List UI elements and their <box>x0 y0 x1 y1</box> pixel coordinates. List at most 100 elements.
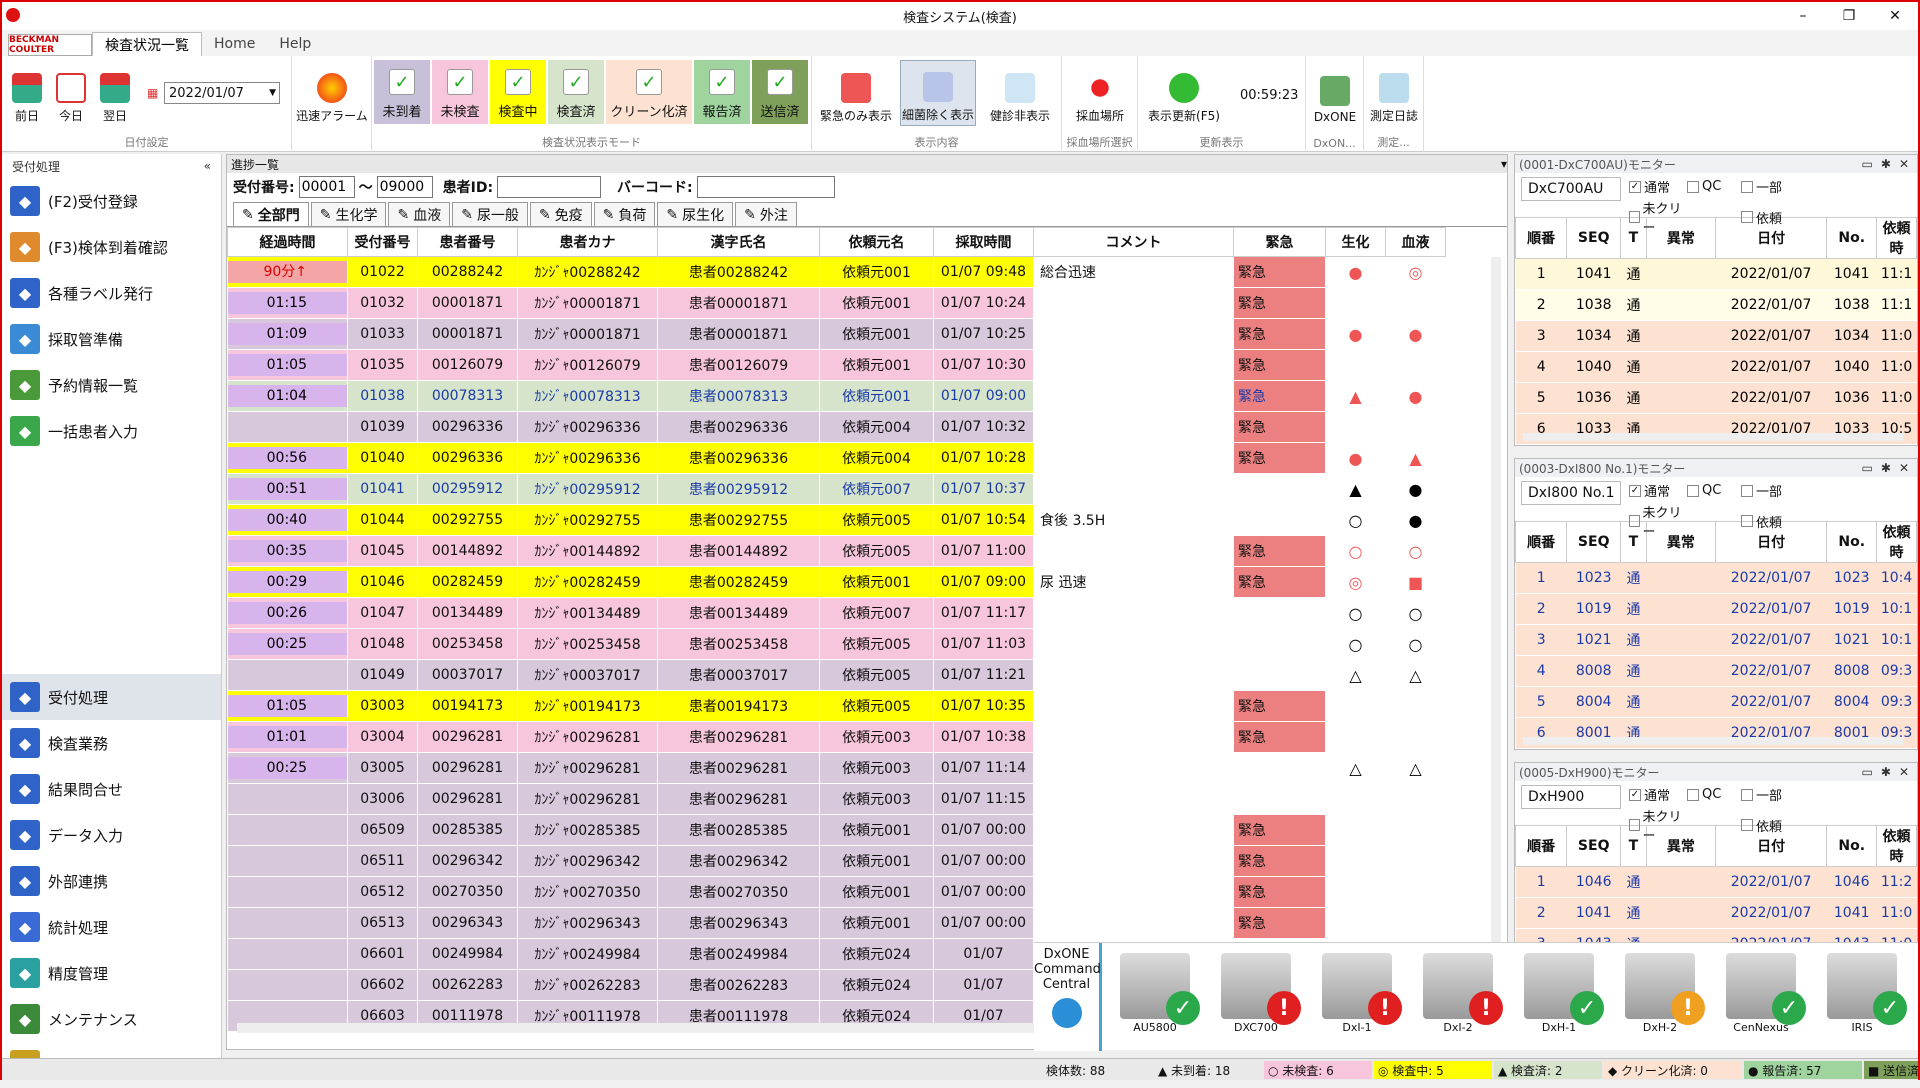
mode-button-not-tested[interactable]: ✓ 未検査 <box>432 60 488 124</box>
monitor-filter-checkbox[interactable]: ✓ 通常 <box>1629 785 1687 804</box>
monitor-column-header[interactable]: No. <box>1826 217 1878 259</box>
column-header[interactable]: 血液 <box>1385 227 1446 257</box>
table-row[interactable]: 01:15 01032 00001871 ｶﾝｼﾞｬ00001871 患者0000187… <box>227 287 1446 319</box>
nav-item[interactable]: ◆ (F3)検体到着確認 <box>2 224 221 270</box>
monitor-row[interactable]: 2 1041 通 2022/01/07 1041 11:0 <box>1515 897 1917 929</box>
log-button[interactable]: 測定日誌 <box>1366 60 1422 126</box>
instrument-tile[interactable]: ✓ DxH-1 <box>1510 947 1608 1047</box>
mode-button-testing[interactable]: ✓ 検査中 <box>490 60 546 124</box>
pin-icon[interactable]: ▾ <box>1501 157 1507 171</box>
nav-item[interactable]: ◆ 各種ラベル発行 <box>2 270 221 316</box>
recv-to-input[interactable] <box>376 176 433 198</box>
alarm-button[interactable]: 迅速アラーム <box>296 60 368 126</box>
mode-button-sent[interactable]: ✓ 送信済 <box>752 60 808 124</box>
monitor-scrollbar[interactable] <box>1523 737 1903 745</box>
monitor-scrollbar[interactable] <box>1523 433 1903 441</box>
urgent-only-button[interactable]: 緊急のみ表示 <box>818 60 894 126</box>
monitor-row[interactable]: 5 1036 通 2022/01/07 1036 11:0 <box>1515 382 1917 414</box>
dept-tab[interactable]: ✎ 外注 <box>735 202 797 226</box>
column-header[interactable]: 緊急 <box>1233 227 1326 257</box>
column-header[interactable]: 患者番号 <box>417 227 518 257</box>
nav-item[interactable]: ◆ (F2)受付登録 <box>2 178 221 224</box>
table-row[interactable]: 00:25 03005 00296281 ｶﾝｼﾞｬ00296281 患者0029628… <box>227 752 1446 784</box>
instrument-tile[interactable]: ! DxI-1 <box>1308 947 1406 1047</box>
monitor-filter-checkbox[interactable]: ✓ 通常 <box>1629 177 1687 196</box>
table-row[interactable]: 00:29 01046 00282459 ｶﾝｼﾞｬ00282459 患者0028245… <box>227 566 1446 598</box>
table-row[interactable]: 01049 00037017 ｶﾝｼﾞｬ00037017 患者00037017 依頼元0… <box>227 659 1446 691</box>
monitor-filter-checkbox[interactable]: 一部 <box>1741 785 1801 804</box>
table-row[interactable]: 00:56 01040 00296336 ｶﾝｼﾞｬ00296336 患者0029633… <box>227 442 1446 474</box>
table-row[interactable]: 01:04 01038 00078313 ｶﾝｼﾞｬ00078313 患者0007831… <box>227 380 1446 412</box>
dxone-button[interactable]: DxONE <box>1308 60 1362 126</box>
table-row[interactable]: 03006 00296281 ｶﾝｼﾞｬ00296281 患者00296281 依頼元0… <box>227 783 1446 815</box>
monitor-row[interactable]: 4 8008 通 2022/01/07 8008 09:3 <box>1515 655 1917 687</box>
table-row[interactable]: 06511 00296342 ｶﾝｼﾞｬ00296342 患者00296342 依頼元0… <box>227 845 1446 877</box>
dept-tab[interactable]: ✎ 尿生化 <box>657 202 734 226</box>
today-button[interactable]: 今日 <box>54 60 88 126</box>
monitor-column-header[interactable]: No. <box>1826 521 1878 563</box>
monitor-row[interactable]: 1 1023 通 2022/01/07 1023 10:4 <box>1515 562 1917 594</box>
monitor-column-header[interactable]: SEQ <box>1566 825 1622 867</box>
table-row[interactable]: 00:35 01045 00144892 ｶﾝｼﾞｬ00144892 患者0014489… <box>227 535 1446 567</box>
monitor-column-header[interactable]: 依頼時 <box>1876 217 1917 259</box>
dept-tab[interactable]: ✎ 尿一般 <box>452 202 528 226</box>
table-row[interactable]: 01:09 01033 00001871 ｶﾝｼﾞｬ00001871 患者0000187… <box>227 318 1446 350</box>
monitor-filter-checkbox[interactable]: QC <box>1687 785 1741 804</box>
nav-item[interactable]: ◆ 統計処理 <box>2 904 221 950</box>
monitor-window-controls[interactable]: ▭✱✕ <box>1862 461 1917 475</box>
instrument-tile[interactable]: ! DxH-2 <box>1611 947 1709 1047</box>
column-header[interactable]: 受付番号 <box>347 227 418 257</box>
instrument-tile[interactable]: ✓ AU5800 <box>1106 947 1204 1047</box>
nav-item[interactable]: ◆ 検査業務 <box>2 720 221 766</box>
refresh-button[interactable]: 表示更新(F5) <box>1142 60 1226 126</box>
table-row[interactable]: 06509 00285385 ｶﾝｼﾞｬ00285385 患者00285385 依頼元0… <box>227 814 1446 846</box>
minimize-button[interactable]: – <box>1780 2 1826 30</box>
nav-item[interactable]: ◆ 外部連携 <box>2 858 221 904</box>
monitor-filter-checkbox[interactable]: 一部 <box>1741 481 1801 500</box>
mode-button-not-arrived[interactable]: ✓ 未到着 <box>374 60 430 124</box>
mode-button-cleaned[interactable]: ✓ クリーン化済 <box>606 60 692 124</box>
nav-item[interactable]: ◆ 予約情報一覧 <box>2 362 221 408</box>
dept-tab[interactable]: ✎ 全部門 <box>233 202 309 226</box>
table-row[interactable]: 00:51 01041 00295912 ｶﾝｼﾞｬ00295912 患者0029591… <box>227 473 1446 505</box>
table-row[interactable]: 01:01 03004 00296281 ｶﾝｼﾞｬ00296281 患者0029628… <box>227 721 1446 753</box>
monitor-column-header[interactable]: 順番 <box>1514 825 1568 867</box>
dept-tab[interactable]: ✎ 負荷 <box>593 202 656 226</box>
column-header[interactable]: 生化 <box>1325 227 1386 257</box>
monitor-column-header[interactable]: 依頼時 <box>1876 521 1917 563</box>
next-day-button[interactable]: 翌日 <box>98 60 132 126</box>
column-header[interactable]: 採取時間 <box>933 227 1034 257</box>
nav-item[interactable]: ◆ 受付処理 <box>2 674 221 720</box>
column-header[interactable]: 経過時間 <box>227 227 348 257</box>
monitor-row[interactable]: 1 1046 通 2022/01/07 1046 11:2 <box>1515 866 1917 898</box>
monitor-filter-checkbox[interactable]: ✓ 通常 <box>1629 481 1687 500</box>
monitor-column-header[interactable]: 依頼時 <box>1876 825 1917 867</box>
monitor-filter-checkbox[interactable]: QC <box>1687 177 1741 196</box>
column-header[interactable]: 患者カナ <box>517 227 658 257</box>
dxone-command-central[interactable]: DxONE Command Central <box>1034 943 1102 1051</box>
monitor-column-header[interactable]: No. <box>1826 825 1878 867</box>
menu-tab-help[interactable]: Help <box>267 32 323 56</box>
monitor-row[interactable]: 3 1034 通 2022/01/07 1034 11:0 <box>1515 320 1917 352</box>
hide-checkup-button[interactable]: 健診非表示 <box>982 60 1058 126</box>
table-row[interactable]: 01039 00296336 ｶﾝｼﾞｬ00296336 患者00296336 依頼元0… <box>227 411 1446 443</box>
monitor-row[interactable]: 2 1038 通 2022/01/07 1038 11:1 <box>1515 289 1917 321</box>
instrument-tile[interactable]: ! DxI-2 <box>1409 947 1507 1047</box>
monitor-column-header[interactable]: 順番 <box>1514 217 1568 259</box>
instrument-tile[interactable]: ✓ IRIS <box>1813 947 1911 1047</box>
close-button[interactable]: ✕ <box>1872 2 1918 30</box>
column-header[interactable]: 依頼元名 <box>819 227 934 257</box>
nav-item[interactable]: ◆ 一括患者入力 <box>2 408 221 454</box>
monitor-column-header[interactable]: SEQ <box>1566 521 1622 563</box>
instrument-tile[interactable]: ! DXC700 <box>1207 947 1305 1047</box>
table-row[interactable]: 00:25 01048 00253458 ｶﾝｼﾞｬ00253458 患者0025345… <box>227 628 1446 660</box>
table-row[interactable]: 01:05 03003 00194173 ｶﾝｼﾞｬ00194173 患者0019417… <box>227 690 1446 722</box>
nav-item[interactable]: ◆ メンテナンス <box>2 996 221 1042</box>
monitor-row[interactable]: 2 1019 通 2022/01/07 1019 10:1 <box>1515 593 1917 625</box>
instrument-tile[interactable]: ✓ CenNexus <box>1712 947 1810 1047</box>
table-row[interactable]: 90分↑ 01022 00288242 ｶﾝｼﾞｬ00288242 患者00288242… <box>227 256 1446 288</box>
monitor-window-controls[interactable]: ▭✱✕ <box>1862 765 1917 779</box>
table-row[interactable]: 06512 00270350 ｶﾝｼﾞｬ00270350 患者00270350 依頼元0… <box>227 876 1446 908</box>
exclude-bacteria-button[interactable]: 細菌除く表示 <box>900 60 976 126</box>
recv-from-input[interactable] <box>298 176 355 198</box>
